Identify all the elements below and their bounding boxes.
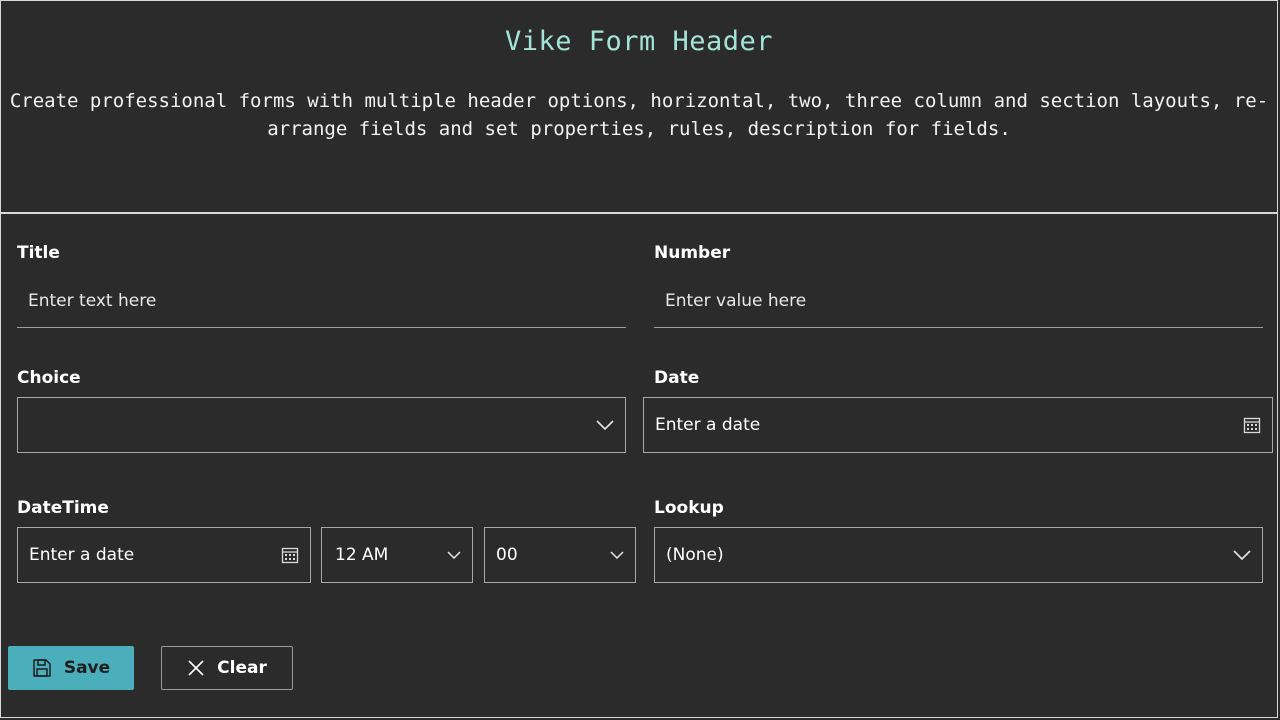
date-picker[interactable]: Enter a date <box>643 397 1273 453</box>
title-label: Title <box>17 243 60 263</box>
calendar-icon[interactable] <box>281 546 299 564</box>
chevron-down-icon <box>596 420 614 430</box>
date-label: Date <box>654 368 700 388</box>
choice-label: Choice <box>17 368 81 388</box>
clear-button[interactable]: Clear <box>161 646 293 690</box>
choice-dropdown[interactable] <box>17 397 626 453</box>
datetime-minute-value: 00 <box>496 545 518 565</box>
lookup-label: Lookup <box>654 498 724 518</box>
calendar-icon[interactable] <box>1243 416 1261 434</box>
form-header-title: Vike Form Header <box>504 26 774 57</box>
lookup-value: (None) <box>666 545 724 565</box>
close-icon <box>187 659 205 677</box>
number-label: Number <box>654 243 731 263</box>
form-header: Vike Form Header Create professional for… <box>1 1 1277 214</box>
chevron-down-icon <box>1233 550 1251 560</box>
title-input[interactable] <box>17 274 626 328</box>
datetime-date-placeholder: Enter a date <box>29 545 135 565</box>
date-placeholder: Enter a date <box>655 415 761 435</box>
datetime-date-picker[interactable]: Enter a date <box>17 527 311 583</box>
datetime-hour-dropdown[interactable]: 12 AM <box>321 527 473 583</box>
save-button[interactable]: Save <box>8 646 134 690</box>
save-button-label: Save <box>63 658 111 678</box>
lookup-dropdown[interactable]: (None) <box>654 527 1263 583</box>
datetime-minute-dropdown[interactable]: 00 <box>484 527 636 583</box>
chevron-down-icon <box>610 551 624 559</box>
chevron-down-icon <box>447 551 461 559</box>
clear-button-label: Clear <box>217 658 267 678</box>
form-header-description: Create professional forms with multiple … <box>9 90 1269 140</box>
datetime-hour-value: 12 AM <box>335 545 389 565</box>
number-input[interactable] <box>654 274 1263 328</box>
datetime-label: DateTime <box>17 498 109 518</box>
save-icon <box>32 658 52 678</box>
